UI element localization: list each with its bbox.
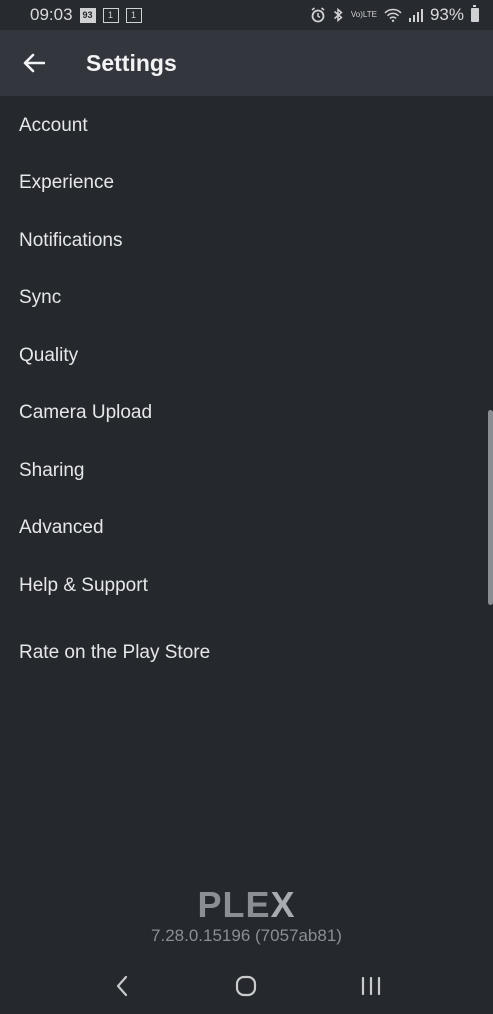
notification-badge-icon: 93 — [79, 7, 96, 23]
settings-item-label: Sharing — [19, 460, 85, 481]
arrow-left-icon — [23, 53, 45, 73]
recents-icon — [361, 976, 380, 996]
plex-logo-x: X — [270, 884, 296, 925]
plex-logo-text: PLE — [197, 884, 271, 925]
settings-item-label: Account — [19, 115, 88, 136]
settings-item-label: Camera Upload — [19, 402, 153, 423]
settings-item-label: Notifications — [19, 230, 123, 251]
settings-item-label: Advanced — [19, 517, 104, 538]
settings-item-account[interactable]: Account — [0, 98, 493, 154]
calendar-icon: 1 — [102, 7, 119, 23]
version-text: 7.28.0.15196 (7057ab81) — [151, 926, 342, 945]
settings-item-advanced[interactable]: Advanced — [0, 500, 493, 556]
screen: 09:03 93 1 1 Vo) LTE 93% Settings Accoun… — [0, 0, 493, 1014]
settings-item-rate-play-store[interactable]: Rate on the Play Store — [0, 625, 493, 681]
battery-icon — [471, 5, 479, 22]
settings-item-sync[interactable]: Sync — [0, 270, 493, 326]
settings-item-label: Help & Support — [19, 575, 148, 596]
status-right: Vo) LTE 93% — [310, 5, 479, 25]
battery-percentage: 93% — [429, 5, 464, 24]
settings-item-experience[interactable]: Experience — [0, 155, 493, 211]
back-button[interactable] — [0, 30, 68, 96]
status-time: 09:03 — [30, 5, 73, 24]
settings-item-quality[interactable]: Quality — [0, 328, 493, 384]
volte-top-text: Vo) — [350, 10, 363, 19]
volte-icon: Vo) LTE — [351, 11, 377, 19]
wifi-icon — [384, 8, 402, 22]
home-circle-icon — [236, 975, 257, 997]
settings-item-label: Sync — [19, 287, 62, 308]
plex-logo: PLEX — [0, 884, 493, 926]
page-title: Settings — [86, 49, 177, 76]
nav-home-button[interactable] — [216, 962, 276, 1010]
volte-bottom-text: LTE — [362, 10, 377, 19]
settings-item-sharing[interactable]: Sharing — [0, 443, 493, 499]
alarm-icon — [310, 7, 326, 23]
nav-back-button[interactable] — [92, 962, 152, 1010]
bluetooth-icon — [333, 7, 344, 23]
signal-icon — [408, 8, 423, 22]
navigation-bar — [0, 958, 493, 1014]
settings-item-label: Rate on the Play Store — [19, 642, 211, 663]
scroll-indicator[interactable] — [488, 410, 493, 605]
settings-item-notifications[interactable]: Notifications — [0, 213, 493, 269]
settings-item-label: Experience — [19, 172, 115, 193]
settings-item-label: Quality — [19, 345, 79, 366]
status-left: 09:03 93 1 1 — [30, 5, 142, 25]
chevron-left-icon — [117, 975, 128, 997]
calendar-icon-2: 1 — [125, 7, 142, 23]
app-bar: Settings — [0, 30, 493, 96]
status-bar: 09:03 93 1 1 Vo) LTE 93% — [0, 0, 493, 30]
settings-item-camera-upload[interactable]: Camera Upload — [0, 385, 493, 441]
settings-item-help-support[interactable]: Help & Support — [0, 558, 493, 614]
nav-recents-button[interactable] — [341, 962, 401, 1010]
